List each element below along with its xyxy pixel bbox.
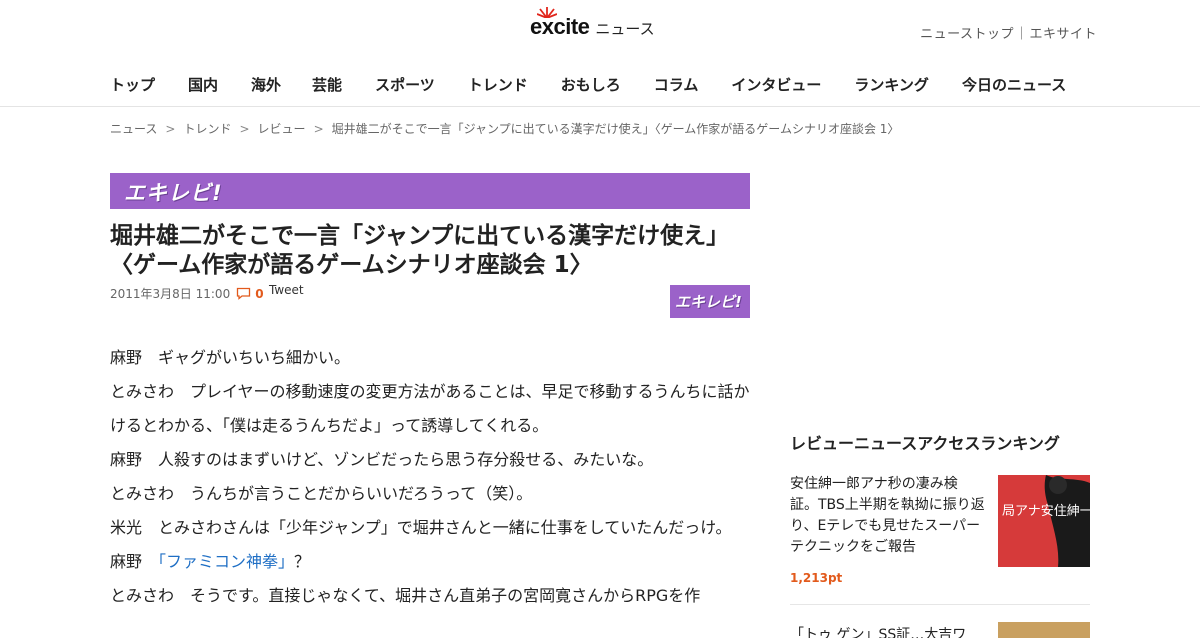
breadcrumb: ニュース > トレンド > レビュー > 堀井雄二がそこで一言「ジャンプに出ている漢字だけ使… [110,120,899,137]
article-date: 2011年3月8日 11:00 [110,287,231,301]
top-links-separator: ｜ [1014,27,1029,42]
comment-count[interactable]: 0 [255,287,263,301]
nav-interview[interactable]: インタビュー [731,74,821,95]
article-paragraph: 麻野 「ファミコン神拳」？ [110,545,750,579]
breadcrumb-trend[interactable]: トレンド [183,122,231,136]
ranking-item-title: 安住紳一郎アナ秒の凄み検証。TBS上半期を執拗に振り返り、Eテレでも見せたスーパ… [790,476,985,555]
breadcrumb-separator: > [165,122,176,136]
exireview-badge[interactable]: エキレビ! [670,285,750,318]
nav-domestic[interactable]: 国内 [188,74,218,95]
breadcrumb-separator: > [313,122,324,136]
article-paragraph: 麻野 人殺すのはまずいけど、ゾンビだったら思う存分殺せる、みたいな。 [110,450,654,469]
nav-funny[interactable]: おもしろ [561,74,621,95]
ranking-item-thumbnail [998,622,1090,638]
nav-ranking[interactable]: ランキング [854,74,929,95]
site-header: excite ニュース ニューストップ｜エキサイト トップ 国内 海外 芸能 ス… [0,0,1200,107]
breadcrumb-review[interactable]: レビュー [258,122,306,136]
article-paragraph: 麻野 ギャグがいちいち細かい。 [110,348,351,367]
ranking-item-title: 「トゥ ゲン」SS証…大吉ワ [790,627,967,638]
exireview-banner[interactable]: エキレビ! [110,173,750,209]
famicom-shinken-link[interactable]: 「ファミコン神拳」 [158,552,294,571]
thumbnail-caption: 局アナ安住紳一郎 [1002,504,1090,519]
ranking-title: レビューニュースアクセスランキング [790,434,1060,453]
comment-icon[interactable] [236,287,251,300]
banner-label: エキレビ! [124,181,223,205]
ranking-item-points: 1,213pt [790,571,843,585]
badge-label: エキレビ! [675,293,742,311]
nav-sports[interactable]: スポーツ [375,74,435,95]
nav-entertainment[interactable]: 芸能 [312,74,342,95]
article-paragraph: とみさわ そうです。直接じゃなくて、堀井さん直弟子の宮岡寛さんからRPGを作 [110,586,701,605]
site-logo[interactable]: excite ニュース [530,7,655,40]
logo-section-label: ニュース [595,20,655,38]
nav-todays-news[interactable]: 今日のニュース [962,74,1066,95]
nav-top[interactable]: トップ [110,74,155,95]
ranking-divider [790,604,1090,605]
excite-link[interactable]: エキサイト [1029,27,1097,42]
tweet-button[interactable]: Tweet [269,283,304,297]
nav-trend[interactable]: トレンド [468,74,528,95]
ranking-item-thumbnail: 局アナ安住紳一郎 [998,475,1090,567]
article-body: 麻野 ギャグがいちいち細かい。 とみさわ プレイヤーの移動速度の変更方法があるこ… [110,341,750,613]
news-top-link[interactable]: ニューストップ [920,27,1014,42]
speaker-label: 麻野 [110,552,159,571]
main-nav: トップ 国内 海外 芸能 スポーツ トレンド おもしろ コラム インタビュー ラ… [110,74,1066,95]
thumbnail-image: 局アナ安住紳一郎 [998,475,1090,567]
logo-excite: excite [530,7,590,40]
article-paragraph: とみさわ プレイヤーの移動速度の変更方法があることは、早足で移動するうんちに話か… [110,382,750,435]
ranking-item[interactable]: 安住紳一郎アナ秒の凄み検証。TBS上半期を執拗に振り返り、Eテレでも見せたスーパ… [790,474,1090,594]
article-title: 堀井雄二がそこで一言「ジャンプに出ている漢字だけ使え」〈ゲーム作家が語るゲームシ… [110,223,730,278]
breadcrumb-current: 堀井雄二がそこで一言「ジャンプに出ている漢字だけ使え」〈ゲーム作家が語るゲームシ… [331,122,900,136]
breadcrumb-news[interactable]: ニュース [110,122,157,136]
ranking-item[interactable]: 「トゥ ゲン」SS証…大吉ワ [790,618,1090,638]
nav-overseas[interactable]: 海外 [251,74,281,95]
breadcrumb-separator: > [239,122,250,136]
paragraph-suffix: ？ [294,552,311,571]
logo-spark-icon [537,7,557,18]
article-meta: 2011年3月8日 11:00 0 [110,285,264,302]
nav-column[interactable]: コラム [654,74,699,95]
article-paragraph: とみさわ うんちが言うことだからいいだろうって（笑）。 [110,484,533,503]
top-links: ニューストップ｜エキサイト [920,23,1097,42]
article-paragraph: 米光 とみさわさんは「少年ジャンプ」で堀井さんと一緒に仕事をしていたんだっけ。 [110,518,732,537]
